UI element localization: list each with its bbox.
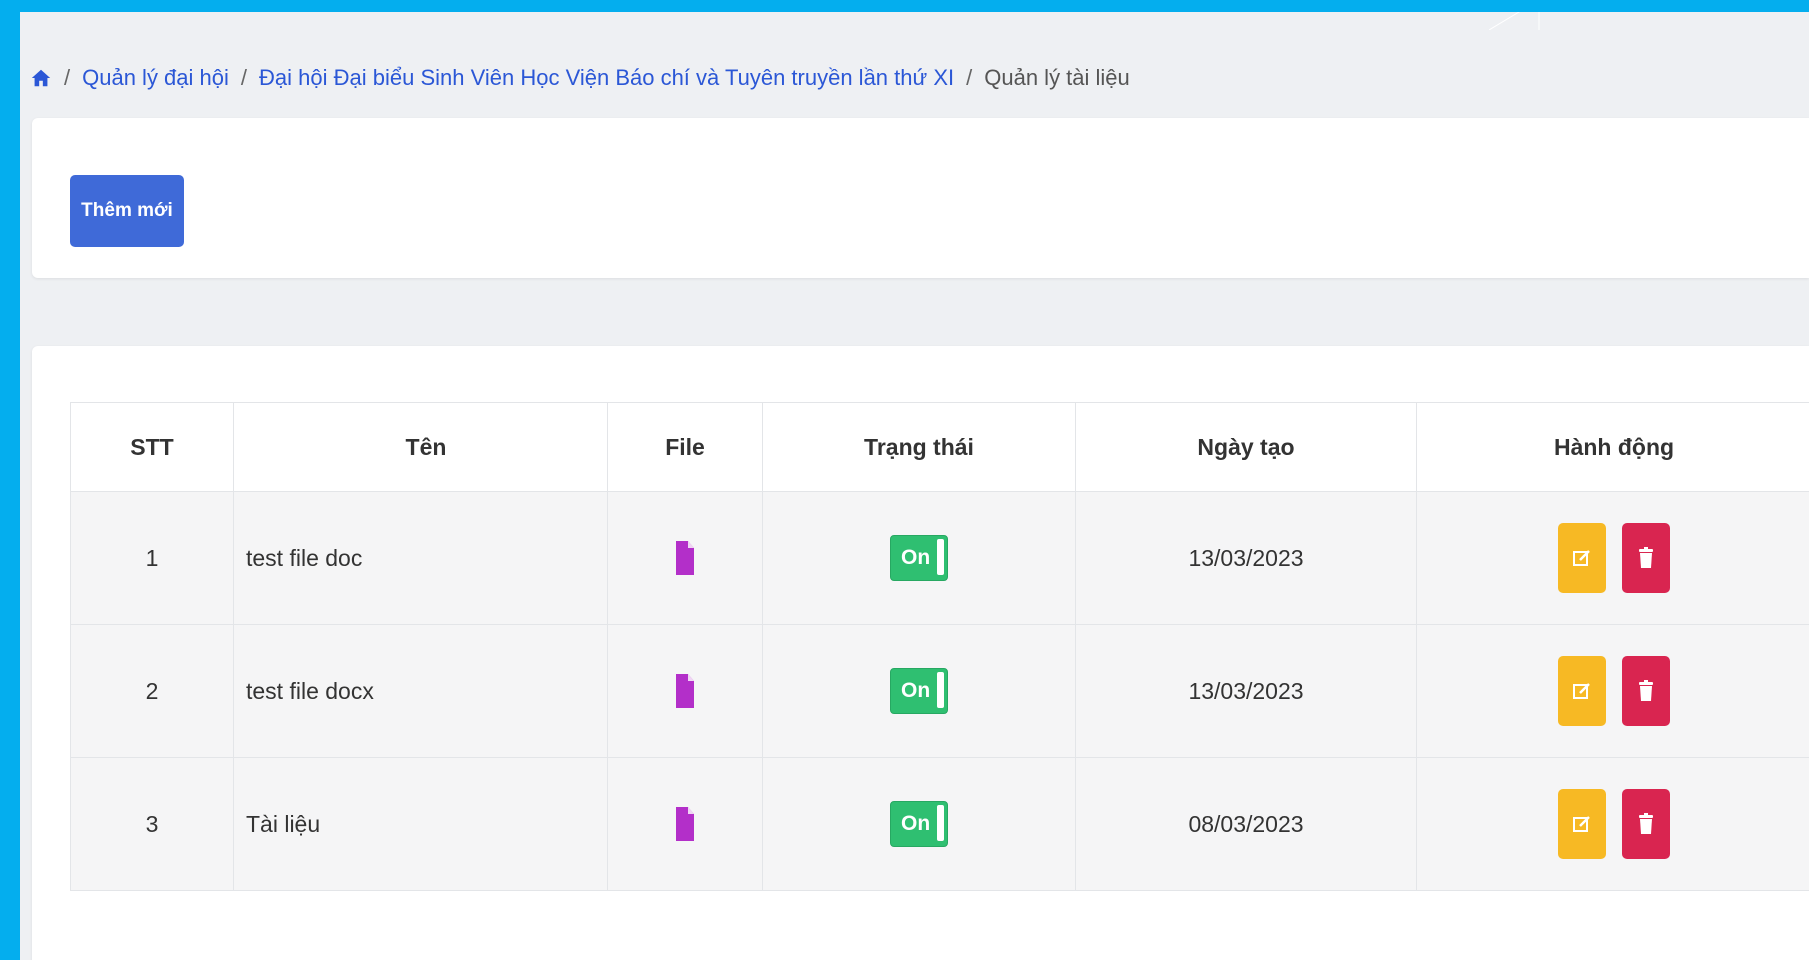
file-icon[interactable] bbox=[675, 539, 695, 577]
cell-name: Tài liệu bbox=[233, 757, 608, 891]
table-header-row: STT Tên File Trạng thái Ngày tạo Hành độ… bbox=[70, 402, 1809, 492]
cell-actions bbox=[1416, 757, 1809, 891]
table-row: 2 test file docx On 13/03/2023 bbox=[70, 624, 1809, 758]
status-toggle-label: On bbox=[901, 546, 931, 569]
file-icon[interactable] bbox=[675, 805, 695, 843]
edit-icon bbox=[1572, 550, 1590, 566]
add-new-button[interactable]: Thêm mới bbox=[70, 175, 184, 247]
cell-status: On bbox=[762, 624, 1076, 758]
breadcrumb-separator: / bbox=[64, 65, 71, 90]
breadcrumb-current: Quản lý tài liệu bbox=[984, 65, 1130, 90]
cell-stt: 1 bbox=[70, 491, 234, 625]
page-frame: / Quản lý đại hội / Đại hội Đại biểu Sin… bbox=[20, 12, 1809, 960]
breadcrumb-separator: / bbox=[966, 65, 973, 90]
table-row: 1 test file doc On 13/03/2023 bbox=[70, 491, 1809, 625]
cell-name: test file doc bbox=[233, 491, 608, 625]
header-status: Trạng thái bbox=[762, 402, 1076, 492]
toggle-knob bbox=[937, 672, 944, 708]
status-toggle[interactable]: On bbox=[890, 801, 948, 847]
cell-created-date: 13/03/2023 bbox=[1075, 624, 1417, 758]
cell-file bbox=[607, 491, 763, 625]
cell-actions bbox=[1416, 491, 1809, 625]
cell-status: On bbox=[762, 491, 1076, 625]
cell-stt: 3 bbox=[70, 757, 234, 891]
toggle-knob bbox=[937, 805, 944, 841]
trash-icon bbox=[1639, 680, 1654, 701]
documents-table: STT Tên File Trạng thái Ngày tạo Hành độ… bbox=[70, 402, 1809, 891]
toolbar-card: Thêm mới bbox=[32, 118, 1809, 278]
decorative-lines bbox=[1489, 12, 1540, 30]
edit-icon bbox=[1572, 683, 1590, 699]
edit-button[interactable] bbox=[1557, 523, 1606, 593]
delete-button[interactable] bbox=[1622, 789, 1671, 859]
header-actions: Hành động bbox=[1416, 402, 1809, 492]
toggle-knob bbox=[937, 539, 944, 575]
cell-created-date: 08/03/2023 bbox=[1075, 757, 1417, 891]
header-file: File bbox=[607, 402, 763, 492]
cell-created-date: 13/03/2023 bbox=[1075, 491, 1417, 625]
delete-button[interactable] bbox=[1622, 656, 1671, 726]
table-row: 3 Tài liệu On 08/03/2023 bbox=[70, 757, 1809, 891]
cell-name: test file docx bbox=[233, 624, 608, 758]
header-stt: STT bbox=[70, 402, 234, 492]
breadcrumb: / Quản lý đại hội / Đại hội Đại biểu Sin… bbox=[30, 58, 1130, 98]
trash-icon bbox=[1639, 813, 1654, 834]
status-toggle[interactable]: On bbox=[890, 535, 948, 581]
edit-button[interactable] bbox=[1557, 656, 1606, 726]
delete-button[interactable] bbox=[1622, 523, 1671, 593]
breadcrumb-separator: / bbox=[240, 65, 248, 90]
trash-icon bbox=[1639, 547, 1654, 568]
cell-file bbox=[607, 624, 763, 758]
edit-button[interactable] bbox=[1557, 789, 1606, 859]
status-toggle-label: On bbox=[901, 679, 931, 702]
home-icon[interactable] bbox=[30, 67, 52, 89]
documents-table-card: STT Tên File Trạng thái Ngày tạo Hành độ… bbox=[32, 346, 1809, 960]
header-created-date: Ngày tạo bbox=[1075, 402, 1417, 492]
file-icon[interactable] bbox=[675, 672, 695, 710]
cell-status: On bbox=[762, 757, 1076, 891]
status-toggle-label: On bbox=[901, 812, 931, 835]
edit-icon bbox=[1572, 816, 1590, 832]
cell-actions bbox=[1416, 624, 1809, 758]
breadcrumb-link-congress-management[interactable]: Quản lý đại hội bbox=[82, 65, 229, 91]
breadcrumb-link-congress[interactable]: Đại hội Đại biểu Sinh Viên Học Viện Báo … bbox=[259, 65, 954, 91]
cell-file bbox=[607, 757, 763, 891]
cell-stt: 2 bbox=[70, 624, 234, 758]
status-toggle[interactable]: On bbox=[890, 668, 948, 714]
header-name: Tên bbox=[233, 402, 608, 492]
